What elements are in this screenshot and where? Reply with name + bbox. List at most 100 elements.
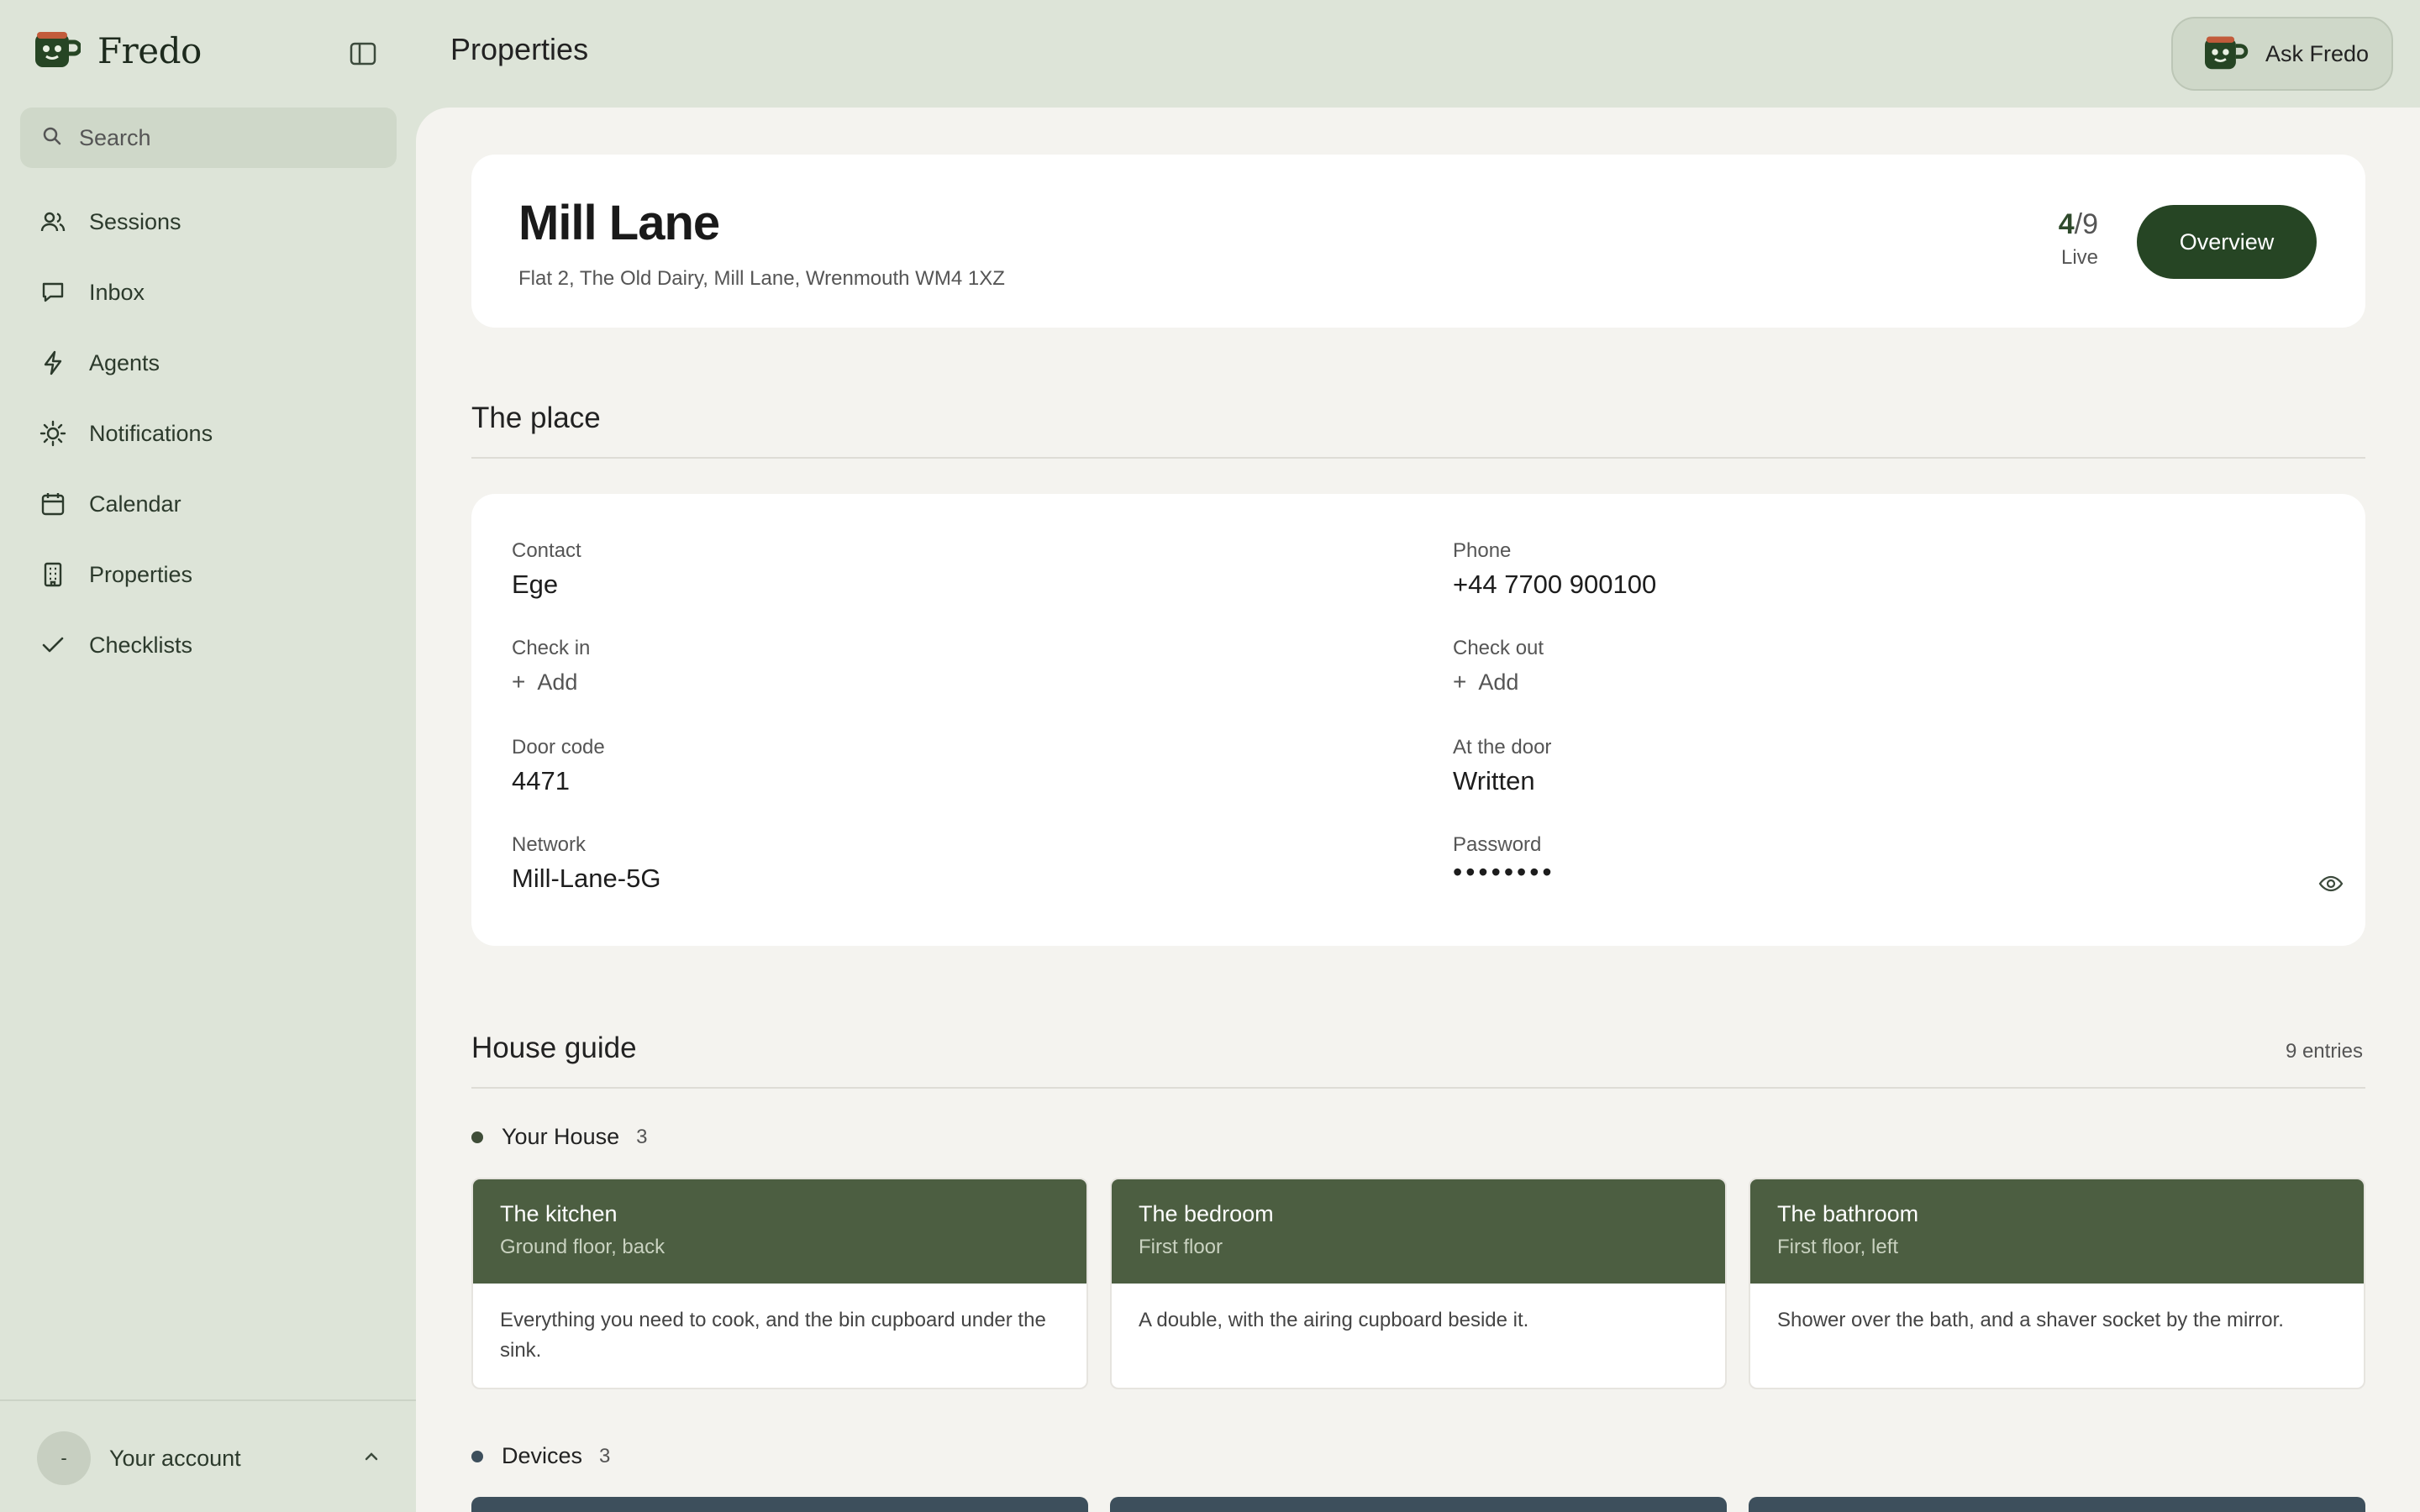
plus-icon: + bbox=[1453, 669, 1467, 695]
phone-field[interactable]: Phone +44 7700 900100 bbox=[1453, 539, 1656, 600]
avatar: - bbox=[37, 1431, 91, 1485]
group-name: Your House bbox=[502, 1124, 620, 1149]
guide-card-header: The bathroom First floor, left bbox=[1750, 1179, 2364, 1284]
users-icon bbox=[39, 207, 67, 236]
property-address: Flat 2, The Old Dairy, Mill Lane, Wrenmo… bbox=[518, 267, 1005, 290]
password-value: •••••••• bbox=[1453, 857, 1555, 887]
sidebar-item-label: Checklists bbox=[89, 632, 193, 658]
entries-count: 9 entries bbox=[2285, 1040, 2363, 1063]
chat-icon bbox=[39, 278, 67, 307]
guide-card[interactable]: The kitchen Ground floor, back Everythin… bbox=[471, 1178, 1088, 1389]
ask-fredo-button[interactable]: Ask Fredo bbox=[2171, 17, 2393, 91]
field-value: +44 7700 900100 bbox=[1453, 570, 1657, 599]
field-label: Network bbox=[512, 833, 587, 856]
search-icon bbox=[42, 126, 62, 150]
field-label: Phone bbox=[1453, 539, 1512, 562]
guide-card-subtitle: Ground floor, back bbox=[500, 1236, 666, 1258]
plus-icon: + bbox=[512, 669, 526, 695]
check-icon bbox=[39, 631, 67, 659]
group-count: 3 bbox=[636, 1125, 648, 1148]
guide-card-title: The bedroom bbox=[1139, 1201, 1274, 1226]
device-card[interactable] bbox=[1749, 1497, 2365, 1512]
field-value: Written bbox=[1453, 766, 1535, 795]
field-value: Ege bbox=[512, 570, 559, 599]
live-label: Live bbox=[2060, 246, 2098, 269]
account-button[interactable]: - Your account bbox=[37, 1431, 381, 1485]
sidebar-nav: Sessions Inbox Agents Notifications Cale… bbox=[20, 186, 397, 680]
overview-button[interactable]: Overview bbox=[2137, 205, 2317, 279]
contact-field[interactable]: Contact Ege bbox=[512, 539, 581, 600]
mug-face-icon bbox=[2202, 32, 2249, 76]
device-card[interactable] bbox=[471, 1497, 1088, 1512]
field-value: Mill-Lane-5G bbox=[512, 864, 661, 893]
section-title-place: The place bbox=[471, 402, 601, 434]
account-label: Your account bbox=[109, 1445, 241, 1471]
search-box[interactable] bbox=[20, 108, 397, 168]
sidebar-item-label: Agents bbox=[89, 349, 160, 375]
field-label: Password bbox=[1453, 833, 1542, 856]
field-label: Contact bbox=[512, 539, 581, 562]
account-section: - Your account bbox=[0, 1399, 416, 1512]
check-out-field: Check out + Add bbox=[1453, 637, 1544, 696]
guide-card-header: The bedroom First floor bbox=[1112, 1179, 1725, 1284]
mug-face-icon bbox=[34, 27, 82, 75]
search-input[interactable] bbox=[79, 124, 381, 151]
sidebar-item-calendar[interactable]: Calendar bbox=[20, 469, 397, 539]
add-label: Add bbox=[1478, 669, 1519, 695]
group-dot bbox=[471, 1450, 483, 1462]
field-value: 4471 bbox=[512, 766, 570, 795]
check-in-field: Check in + Add bbox=[512, 637, 590, 696]
device-card[interactable] bbox=[1110, 1497, 1727, 1512]
field-label: Check out bbox=[1453, 637, 1544, 659]
guide-card[interactable]: The bathroom First floor, left Shower ov… bbox=[1749, 1178, 2365, 1389]
sidebar-item-checklists[interactable]: Checklists bbox=[20, 610, 397, 680]
guide-card-body: Shower over the bath, and a shaver socke… bbox=[1777, 1309, 2284, 1331]
live-total: /9 bbox=[2074, 208, 2098, 240]
field-label: At the door bbox=[1453, 736, 1552, 759]
sidebar-item-sessions[interactable]: Sessions bbox=[20, 186, 397, 257]
section-title-guide: House guide bbox=[471, 1032, 637, 1064]
group-header-devices[interactable]: Devices 3 bbox=[471, 1443, 610, 1469]
guide-card-subtitle: First floor bbox=[1139, 1236, 1223, 1258]
sun-icon bbox=[39, 419, 67, 448]
bolt-icon bbox=[39, 349, 67, 377]
door-code-field[interactable]: Door code 4471 bbox=[512, 736, 605, 796]
group-header-your-house[interactable]: Your House 3 bbox=[471, 1124, 647, 1150]
sidebar-item-label: Calendar bbox=[89, 491, 182, 517]
sidebar-item-agents[interactable]: Agents bbox=[20, 328, 397, 398]
sidebar-item-label: Inbox bbox=[89, 279, 145, 305]
group-name: Devices bbox=[502, 1443, 583, 1468]
add-check-in-button[interactable]: + Add bbox=[512, 669, 590, 696]
guide-card-header: The kitchen Ground floor, back bbox=[473, 1179, 1086, 1284]
guide-card[interactable]: The bedroom First floor A double, with t… bbox=[1110, 1178, 1727, 1389]
sidebar-item-label: Notifications bbox=[89, 420, 213, 446]
building-icon bbox=[39, 560, 67, 589]
guide-card-title: The bathroom bbox=[1777, 1201, 1919, 1226]
field-label: Door code bbox=[512, 736, 605, 759]
divider bbox=[471, 457, 2365, 459]
eye-icon[interactable] bbox=[2317, 870, 2344, 897]
network-field[interactable]: Network Mill-Lane-5G bbox=[512, 833, 660, 894]
sidebar-item-inbox[interactable]: Inbox bbox=[20, 257, 397, 328]
chevron-up-icon bbox=[361, 1446, 381, 1471]
divider bbox=[471, 1087, 2365, 1089]
group-dot bbox=[471, 1131, 483, 1143]
sidebar-item-label: Properties bbox=[89, 561, 193, 587]
sidebar: Fredo Sessions Inbox A bbox=[0, 0, 416, 1512]
guide-card-title: The kitchen bbox=[500, 1201, 618, 1226]
add-check-out-button[interactable]: + Add bbox=[1453, 669, 1544, 696]
property-name: Mill Lane bbox=[518, 196, 720, 250]
sidebar-collapse-icon[interactable] bbox=[348, 40, 378, 67]
brand[interactable]: Fredo bbox=[34, 25, 202, 76]
guide-card-body: Everything you need to cook, and the bin… bbox=[500, 1309, 1046, 1362]
calendar-icon bbox=[39, 490, 67, 518]
at-the-door-field[interactable]: At the door Written bbox=[1453, 736, 1551, 796]
password-field[interactable]: Password •••••••• bbox=[1453, 833, 1555, 888]
sidebar-item-notifications[interactable]: Notifications bbox=[20, 398, 397, 469]
ask-fredo-label: Ask Fredo bbox=[2265, 40, 2370, 66]
group-count: 3 bbox=[599, 1444, 611, 1467]
property-header: Mill Lane Flat 2, The Old Dairy, Mill La… bbox=[471, 155, 2365, 328]
page-title: Properties bbox=[450, 32, 589, 66]
main-content: Mill Lane Flat 2, The Old Dairy, Mill La… bbox=[416, 108, 2420, 1512]
sidebar-item-properties[interactable]: Properties bbox=[20, 539, 397, 610]
